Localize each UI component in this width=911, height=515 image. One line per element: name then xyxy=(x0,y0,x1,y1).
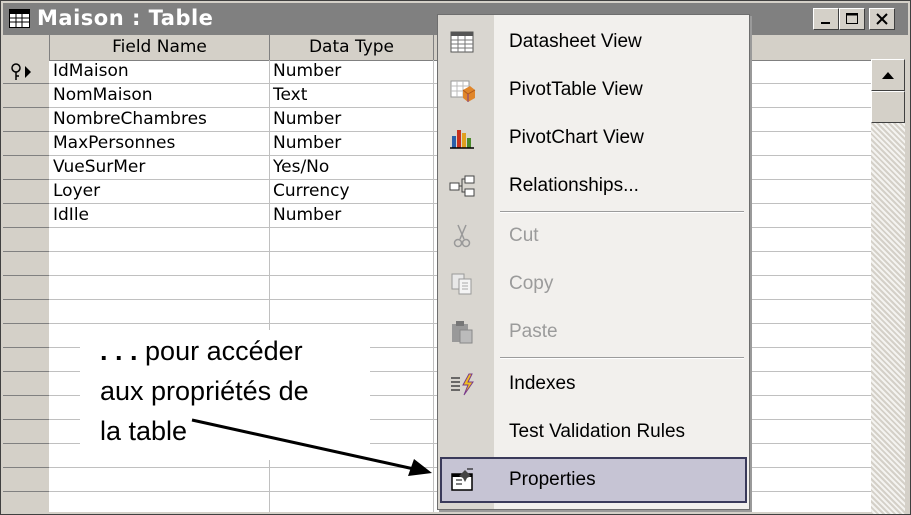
field-name-cell[interactable]: Loyer xyxy=(49,180,269,203)
column-header-field-name[interactable]: Field Name xyxy=(49,35,269,60)
row-selector[interactable] xyxy=(3,84,49,108)
close-icon xyxy=(876,13,888,25)
annotation-callout: . . . pour accéder aux propriétés de la … xyxy=(80,330,370,460)
scroll-up-button[interactable] xyxy=(871,59,905,91)
relationships-icon xyxy=(448,172,476,200)
cut-icon xyxy=(448,222,476,250)
row-selector[interactable] xyxy=(3,492,49,512)
field-name-cell[interactable]: IdMaison xyxy=(49,60,269,83)
row-selector[interactable] xyxy=(3,396,49,420)
data-type-cell[interactable]: Number xyxy=(269,60,433,83)
menu-item-label: Test Validation Rules xyxy=(509,421,686,442)
data-type-cell[interactable]: Number xyxy=(269,108,433,131)
data-type-cell[interactable]: Yes/No xyxy=(269,156,433,179)
row-selector[interactable] xyxy=(3,444,49,468)
datasheet-icon xyxy=(448,28,476,56)
paste-icon xyxy=(448,318,476,346)
row-selector[interactable] xyxy=(3,180,49,204)
menu-item-label: Copy xyxy=(509,273,554,294)
data-type-cell[interactable]: Number xyxy=(269,204,433,227)
row-selector[interactable] xyxy=(3,132,49,156)
row-selector[interactable] xyxy=(3,372,49,396)
vertical-scrollbar[interactable] xyxy=(871,59,905,514)
window-title: Maison : Table xyxy=(37,6,214,30)
menu-item-test-validation-rules[interactable]: Test Validation Rules xyxy=(438,409,749,455)
annotation-line-2: aux propriétés de xyxy=(100,376,309,406)
row-selector[interactable] xyxy=(3,156,49,180)
arrow-up-icon xyxy=(882,72,894,79)
row-selector[interactable] xyxy=(3,468,49,492)
data-type-cell[interactable]: Number xyxy=(269,132,433,155)
row-selector[interactable] xyxy=(3,324,49,348)
minimize-button[interactable] xyxy=(813,8,839,30)
menu-item-paste[interactable]: Paste xyxy=(438,309,749,355)
table-icon xyxy=(9,9,30,28)
row-selector[interactable] xyxy=(3,300,49,324)
data-type-cell[interactable]: Currency xyxy=(269,180,433,203)
field-name-cell[interactable]: NomMaison xyxy=(49,84,269,107)
menu-separator xyxy=(500,357,744,359)
menu-item-label: Cut xyxy=(509,225,539,246)
row-selector[interactable] xyxy=(3,204,49,228)
row-selector[interactable] xyxy=(3,108,49,132)
field-name-cell[interactable]: IdIle xyxy=(49,204,269,227)
column-header-data-type[interactable]: Data Type xyxy=(269,35,433,60)
primary-key-icon xyxy=(11,63,31,80)
indexes-icon xyxy=(448,370,476,398)
menu-item-label: Paste xyxy=(509,321,558,342)
maximize-icon xyxy=(846,13,858,24)
row-selector[interactable] xyxy=(3,60,49,84)
pivot-table-icon xyxy=(448,76,476,104)
scroll-thumb[interactable] xyxy=(871,91,905,123)
close-button[interactable] xyxy=(869,8,895,30)
menu-item-label: Properties xyxy=(509,469,596,490)
row-selector[interactable] xyxy=(3,252,49,276)
field-name-cell[interactable]: MaxPersonnes xyxy=(49,132,269,155)
row-selector[interactable] xyxy=(3,348,49,372)
menu-item-pivottable-view[interactable]: PivotTable View xyxy=(438,67,749,113)
menu-item-label: Relationships... xyxy=(509,175,639,196)
menu-item-label: Datasheet View xyxy=(509,31,642,52)
menu-item-copy[interactable]: Copy xyxy=(438,261,749,307)
context-menu: Datasheet View PivotTable View PivotChar… xyxy=(437,14,750,510)
row-selector[interactable] xyxy=(3,420,49,444)
properties-icon xyxy=(448,466,476,494)
copy-icon xyxy=(448,270,476,298)
pivot-chart-icon xyxy=(448,124,476,152)
menu-item-properties[interactable]: Properties xyxy=(440,457,747,503)
field-name-cell[interactable]: VueSurMer xyxy=(49,156,269,179)
data-type-cell[interactable]: Text xyxy=(269,84,433,107)
maximize-button[interactable] xyxy=(839,8,865,30)
menu-item-pivotchart-view[interactable]: PivotChart View xyxy=(438,115,749,161)
menu-item-indexes[interactable]: Indexes xyxy=(438,361,749,407)
minimize-icon xyxy=(821,22,830,24)
annotation-line-1: pour accéder xyxy=(145,336,303,366)
menu-item-datasheet-view[interactable]: Datasheet View xyxy=(438,19,749,65)
row-selector[interactable] xyxy=(3,276,49,300)
annotation-line-3: la table xyxy=(100,416,188,446)
menu-item-label: PivotTable View xyxy=(509,79,643,100)
field-name-cell[interactable]: NombreChambres xyxy=(49,108,269,131)
menu-item-label: Indexes xyxy=(509,373,576,394)
row-selector[interactable] xyxy=(3,228,49,252)
menu-item-relationships[interactable]: Relationships... xyxy=(438,163,749,209)
annotation-dots: . . . xyxy=(100,336,138,366)
menu-item-cut[interactable]: Cut xyxy=(438,213,749,259)
menu-item-label: PivotChart View xyxy=(509,127,644,148)
